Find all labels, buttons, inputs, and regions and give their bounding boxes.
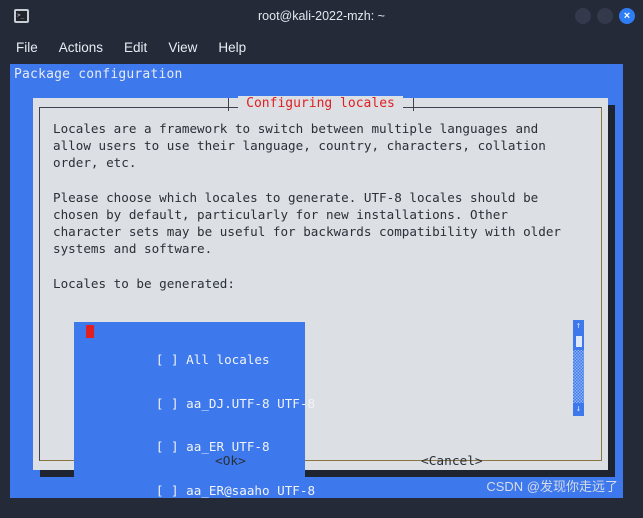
- minimize-button[interactable]: [575, 8, 591, 24]
- scroll-down-arrow-icon[interactable]: ↓: [573, 403, 584, 416]
- list-item[interactable]: [ ] aa_ER@saaho UTF-8: [74, 469, 315, 498]
- list-item[interactable]: [ ] aa_DJ.UTF-8 UTF-8: [74, 382, 315, 426]
- screen: >_ root@kali-2022-mzh: ~ × File Actions …: [0, 0, 643, 518]
- locale-list[interactable]: [ ] All locales [ ] aa_DJ.UTF-8 UTF-8 [ …: [74, 322, 315, 498]
- menu-item-file[interactable]: File: [16, 40, 38, 55]
- menu-item-view[interactable]: View: [168, 40, 197, 55]
- list-item-text: [ ] aa_ER UTF-8: [155, 439, 270, 454]
- maximize-button[interactable]: [597, 8, 613, 24]
- ok-button[interactable]: <Ok>: [215, 454, 246, 469]
- dialog-body-text: Locales are a framework to switch betwee…: [53, 121, 561, 291]
- terminal-canvas: Package configuration Configuring locale…: [10, 64, 623, 498]
- window-titlebar: >_ root@kali-2022-mzh: ~ ×: [0, 0, 643, 32]
- list-item-text: [ ] All locales: [155, 352, 270, 367]
- menubar: File Actions Edit View Help: [0, 32, 643, 62]
- csdn-watermark: CSDN @发现你走远了: [486, 479, 618, 494]
- selection-cursor: [86, 325, 94, 338]
- package-configuration-header: Package configuration: [14, 67, 183, 82]
- list-item[interactable]: [ ] aa_ER UTF-8: [74, 426, 305, 470]
- menu-item-edit[interactable]: Edit: [124, 40, 147, 55]
- scrollbar-thumb[interactable]: [573, 333, 584, 350]
- list-item[interactable]: [ ] All locales: [74, 324, 305, 382]
- scroll-up-arrow-icon[interactable]: ↑: [573, 320, 584, 333]
- close-icon[interactable]: ×: [619, 8, 635, 24]
- menu-item-help[interactable]: Help: [218, 40, 246, 55]
- scrollbar-thumb-grip: [575, 336, 582, 347]
- configuring-locales-dialog: Configuring locales Locales are a framew…: [33, 96, 608, 498]
- cancel-button[interactable]: <Cancel>: [421, 454, 483, 469]
- menu-item-actions[interactable]: Actions: [59, 40, 103, 55]
- list-item-text: [ ] aa_DJ.UTF-8 UTF-8: [155, 395, 316, 411]
- list-item-text: [ ] aa_ER@saaho UTF-8: [155, 482, 316, 498]
- window-title: root@kali-2022-mzh: ~: [258, 9, 385, 23]
- locale-list-scrollbar[interactable]: ↑ ↓: [573, 320, 584, 416]
